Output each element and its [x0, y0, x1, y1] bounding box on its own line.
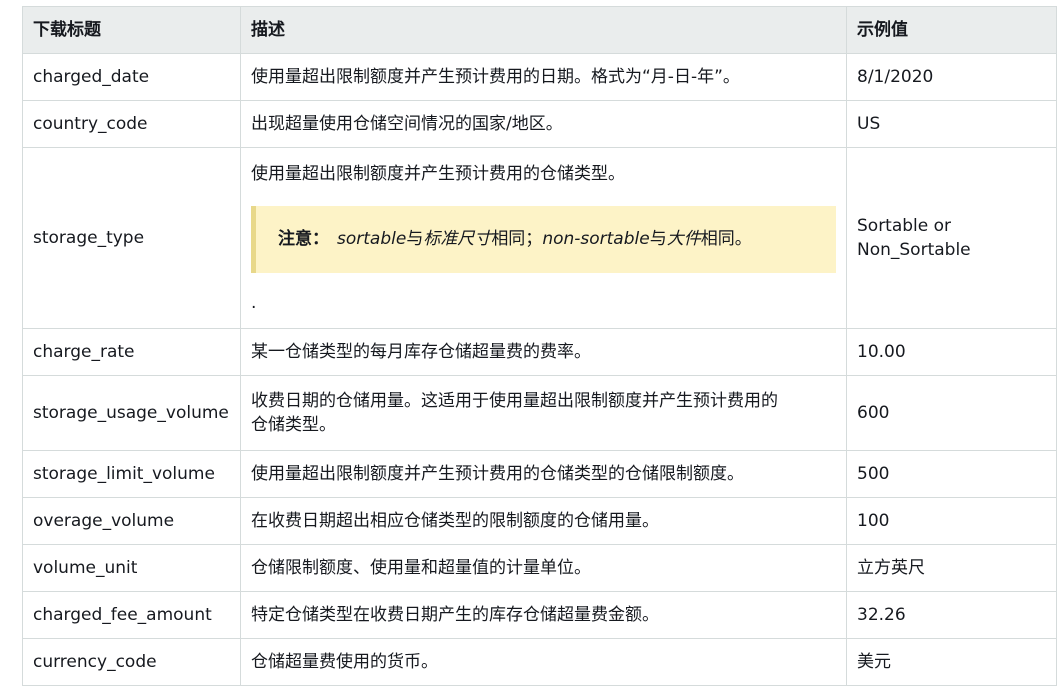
note-text: 与	[406, 228, 424, 249]
note-term-standard-size: 标准尺寸	[423, 228, 492, 249]
note-callout: 注意： sortable与标准尺寸相同；non-sortable与大件相同。	[251, 205, 836, 273]
field-name: storage_usage_volume	[22, 375, 241, 451]
field-name: currency_code	[22, 638, 241, 686]
field-example: 立方英尺	[846, 544, 1057, 592]
field-name: storage_type	[22, 147, 241, 329]
field-description: 特定仓储类型在收费日期产生的库存仓储超量费金额。	[240, 591, 847, 639]
header-example-value: 示例值	[846, 6, 1057, 54]
note-label: 注意：	[278, 228, 329, 249]
field-name: volume_unit	[22, 544, 241, 592]
table-row: storage_usage_volume 收费日期的仓储用量。这适用于使用量超出…	[22, 375, 1057, 451]
field-example: 美元	[846, 638, 1057, 686]
field-example: 32.26	[846, 591, 1057, 639]
field-example: 10.00	[846, 328, 1057, 376]
field-example: US	[846, 100, 1057, 148]
field-name: overage_volume	[22, 497, 241, 545]
trailing-period: .	[251, 292, 257, 313]
note-term-sortable: sortable	[337, 228, 407, 249]
field-name: charge_rate	[22, 328, 241, 376]
field-name: charged_date	[22, 53, 241, 101]
header-download-title: 下载标题	[22, 6, 241, 54]
field-description: 在收费日期超出相应仓储类型的限制额度的仓储用量。	[240, 497, 847, 545]
field-example: 600	[846, 375, 1057, 451]
field-description: 仓储超量费使用的货币。	[240, 638, 847, 686]
table-row: currency_code 仓储超量费使用的货币。 美元	[22, 638, 1057, 686]
field-description-cell: 收费日期的仓储用量。这适用于使用量超出限制额度并产生预计费用的 仓储类型。	[240, 375, 847, 451]
table-row: charge_rate 某一仓储类型的每月库存仓储超量费的费率。 10.00	[22, 328, 1057, 376]
note-term-oversize: 大件	[666, 228, 701, 249]
field-name: charged_fee_amount	[22, 591, 241, 639]
table-row: country_code 出现超量使用仓储空间情况的国家/地区。 US	[22, 100, 1057, 148]
report-columns-table: 下载标题 描述 示例值 charged_date 使用量超出限制额度并产生预计费…	[22, 6, 1057, 686]
table-row: storage_type 使用量超出限制额度并产生预计费用的仓储类型。 注意： s…	[22, 147, 1057, 329]
field-example-cell: Sortable or Non_Sortable	[846, 147, 1057, 329]
field-description-line: 仓储类型。	[251, 415, 336, 435]
table-row: volume_unit 仓储限制额度、使用量和超量值的计量单位。 立方英尺	[22, 544, 1057, 592]
field-description-line: 收费日期的仓储用量。这适用于使用量超出限制额度并产生预计费用的	[251, 391, 778, 411]
table-row: storage_limit_volume 使用量超出限制额度并产生预计费用的仓储…	[22, 450, 1057, 498]
table-row: overage_volume 在收费日期超出相应仓储类型的限制额度的仓储用量。 …	[22, 497, 1057, 545]
field-example: 500	[846, 450, 1057, 498]
field-example-line: Sortable or	[857, 216, 952, 236]
field-description: 使用量超出限制额度并产生预计费用的仓储类型。	[251, 163, 625, 184]
field-description: 某一仓储类型的每月库存仓储超量费的费率。	[240, 328, 847, 376]
field-description-cell: 使用量超出限制额度并产生预计费用的仓储类型。 注意： sortable与标准尺寸相…	[240, 147, 847, 329]
field-example-line: Non_Sortable	[857, 240, 971, 260]
field-description: 使用量超出限制额度并产生预计费用的日期。格式为“月-日-年”。	[240, 53, 847, 101]
field-name: storage_limit_volume	[22, 450, 241, 498]
note-text: 相同；	[491, 228, 543, 249]
table-header-row: 下载标题 描述 示例值	[22, 6, 1057, 54]
field-name: country_code	[22, 100, 241, 148]
field-example: 100	[846, 497, 1057, 545]
note-text: 相同。	[700, 228, 752, 249]
field-description: 出现超量使用仓储空间情况的国家/地区。	[240, 100, 847, 148]
table-row: charged_fee_amount 特定仓储类型在收费日期产生的库存仓储超量费…	[22, 591, 1057, 639]
header-description: 描述	[240, 6, 847, 54]
field-example: 8/1/2020	[846, 53, 1057, 101]
note-text: 与	[649, 228, 667, 249]
field-description: 仓储限制额度、使用量和超量值的计量单位。	[240, 544, 847, 592]
field-description: 使用量超出限制额度并产生预计费用的仓储类型的仓储限制额度。	[240, 450, 847, 498]
note-term-non-sortable: non-sortable	[542, 228, 650, 249]
table-row: charged_date 使用量超出限制额度并产生预计费用的日期。格式为“月-日…	[22, 53, 1057, 101]
